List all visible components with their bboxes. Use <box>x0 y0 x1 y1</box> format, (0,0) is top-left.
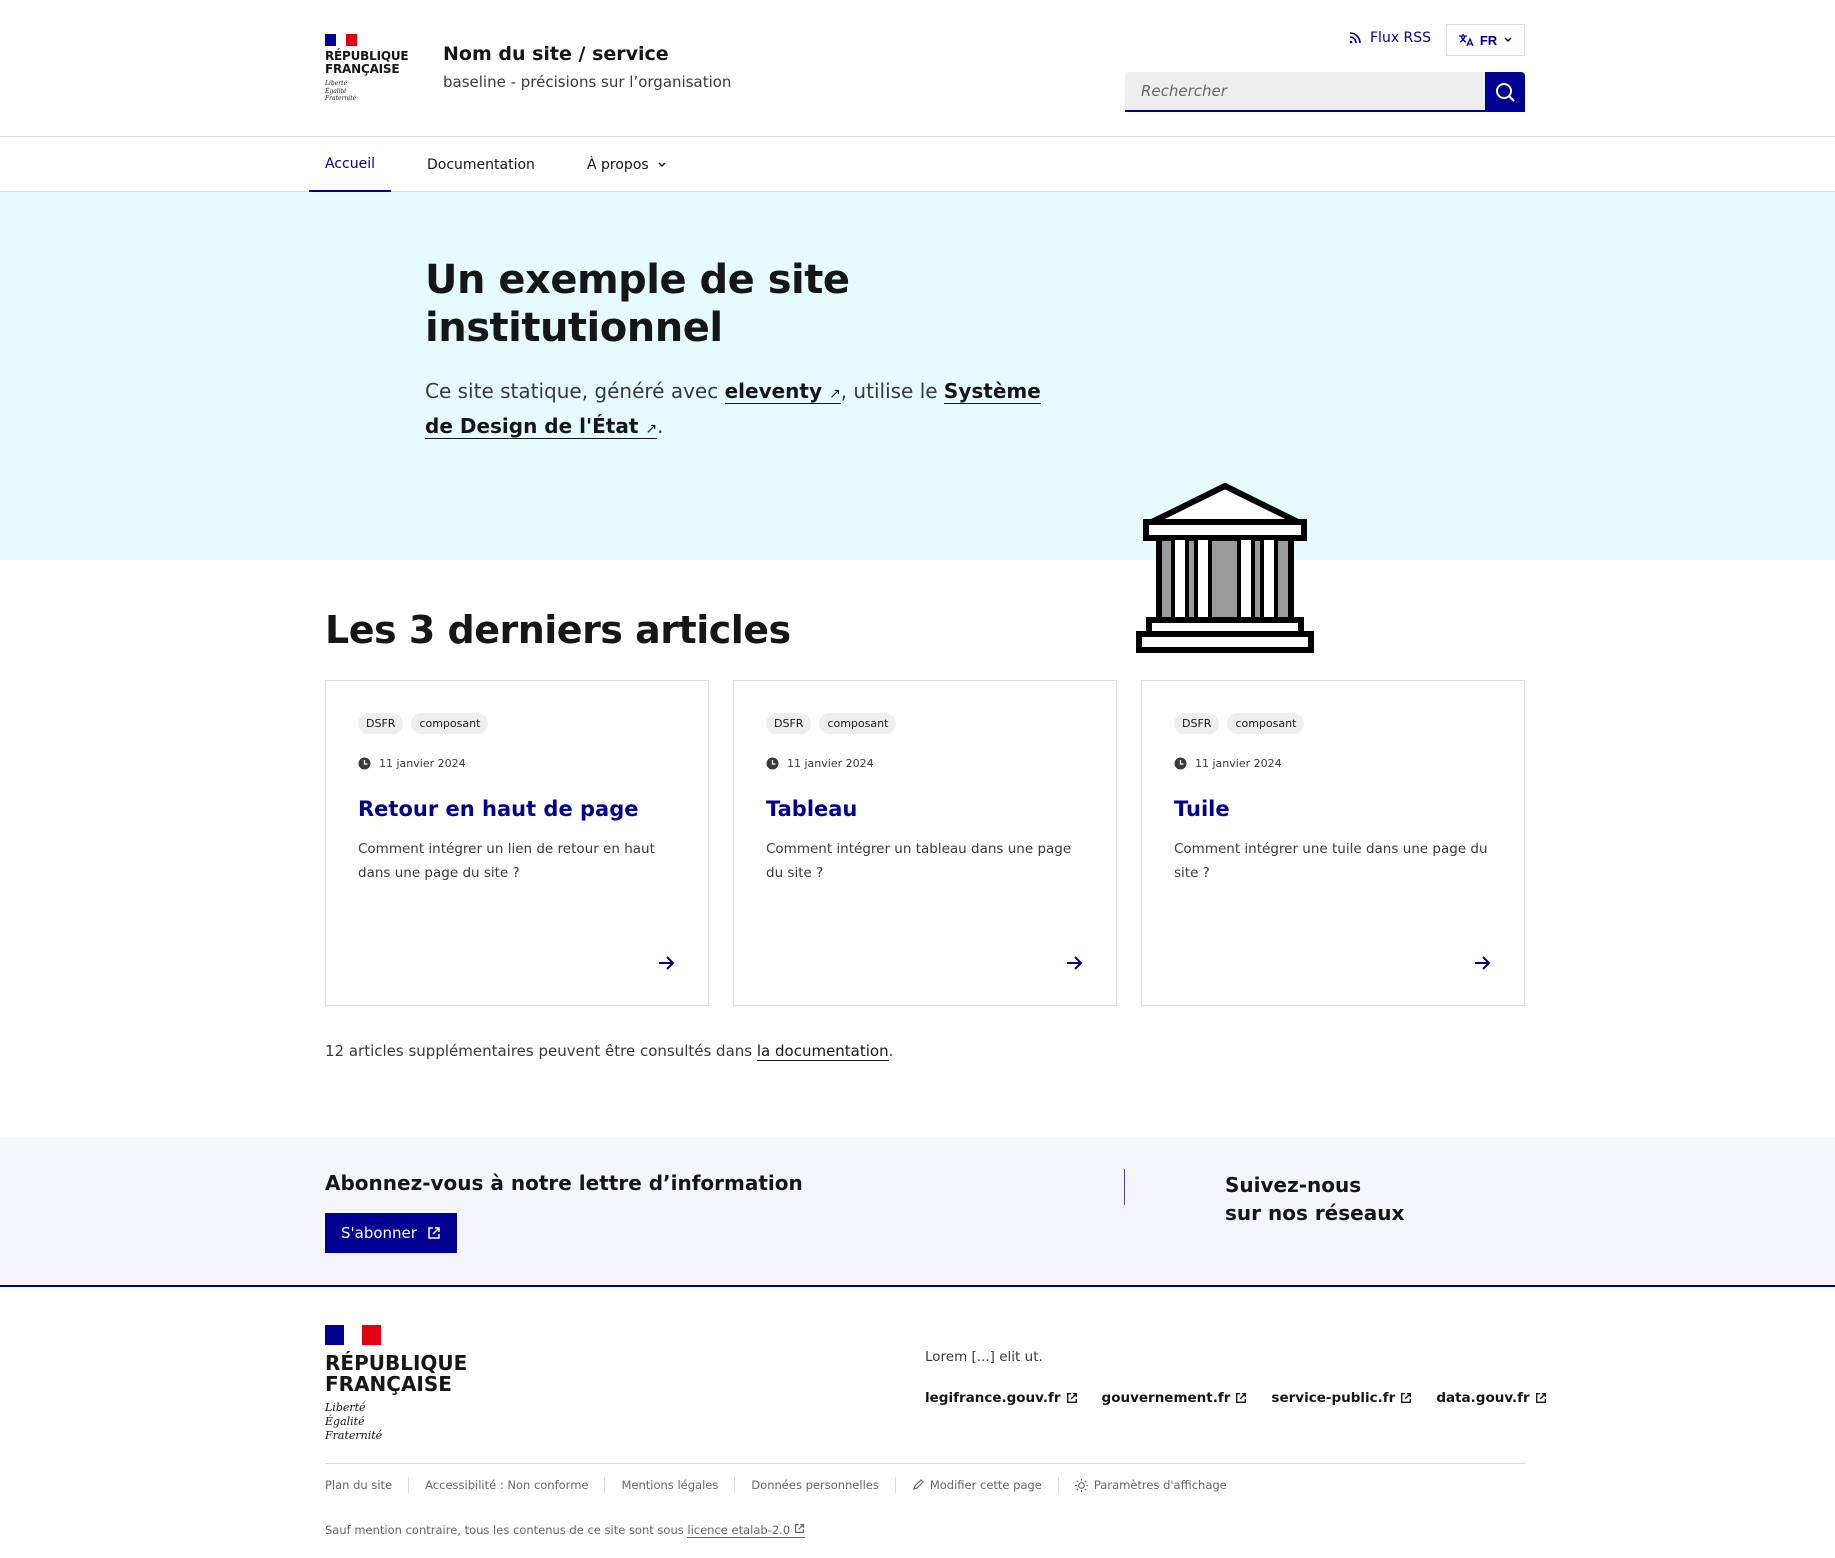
footer-separator <box>325 1463 1525 1464</box>
republique-name: RÉPUBLIQUE FRANÇAISE <box>325 1351 468 1396</box>
language-label: FR <box>1479 32 1498 48</box>
tag[interactable]: composant <box>411 713 489 734</box>
footer-bottom-accessibilite[interactable]: Accessibilité : Non conforme <box>408 1477 604 1493</box>
more-articles-text: 12 articles supplémentaires peuvent être… <box>325 1042 894 1061</box>
card-tags: DSFR composant <box>766 713 897 734</box>
external-link-icon <box>428 1227 440 1239</box>
tag[interactable]: DSFR <box>766 713 812 734</box>
article-card[interactable]: DSFR composant 11 janvier 2024 Tableau C… <box>733 680 1117 1006</box>
rss-link[interactable]: Flux RSS <box>1348 30 1431 46</box>
language-selector[interactable]: FR <box>1446 24 1525 56</box>
sun-icon <box>1074 1478 1088 1492</box>
footer-bottom-modifier-page[interactable]: Modifier cette page <box>894 1477 1058 1493</box>
footer-bottom-plan-du-site[interactable]: Plan du site <box>325 1477 408 1493</box>
footer-links: legifrance.gouv.fr gouvernement.fr servi… <box>925 1390 1547 1406</box>
search-button[interactable] <box>1485 72 1525 112</box>
hero-text: Ce site statique, généré avec eleventy ↗… <box>425 379 1041 439</box>
footer-bottom-donnees-personnelles[interactable]: Données personnelles <box>734 1477 895 1493</box>
card-title[interactable]: Tuile <box>1174 797 1230 821</box>
card-tags: DSFR composant <box>358 713 489 734</box>
chevron-down-icon <box>1504 37 1512 43</box>
clock-icon <box>358 757 371 770</box>
pencil-icon <box>912 1479 924 1490</box>
arrow-right-icon[interactable] <box>1472 953 1492 973</box>
card-description: Comment intégrer une tuile dans une page… <box>1174 841 1488 881</box>
tag[interactable]: DSFR <box>1174 713 1220 734</box>
translate-icon <box>1458 34 1474 47</box>
card-tags: DSFR composant <box>1174 713 1305 734</box>
search-input[interactable] <box>1125 72 1485 112</box>
articles-section-title: Les 3 derniers articles <box>325 608 791 652</box>
license-link[interactable]: licence etalab-2.0 <box>687 1523 805 1538</box>
hero-title: Un exemple de site institutionnel <box>425 257 850 351</box>
footer-description: Lorem [...] elit ut. <box>925 1349 1043 1365</box>
footer-link-legifrance[interactable]: legifrance.gouv.fr <box>925 1390 1078 1406</box>
footer-link-service-public[interactable]: service-public.fr <box>1271 1390 1412 1406</box>
main-navigation: Accueil Documentation À propos <box>0 137 1835 192</box>
site-header: RÉPUBLIQUE FRANÇAISE Liberté Égalité Fra… <box>0 0 1835 137</box>
chevron-down-icon <box>658 161 666 167</box>
card-title[interactable]: Tableau <box>766 797 857 821</box>
follow-section: Abonnez-vous à notre lettre d’informatio… <box>0 1137 1835 1287</box>
site-footer: RÉPUBLIQUE FRANÇAISE Liberté Égalité Fra… <box>0 1287 1835 1558</box>
newsletter-title: Abonnez-vous à notre lettre d’informatio… <box>325 1171 803 1195</box>
external-link-icon <box>1066 1393 1077 1403</box>
external-link-icon <box>1535 1393 1546 1403</box>
card-date: 11 janvier 2024 <box>1174 757 1282 770</box>
card-date: 11 janvier 2024 <box>766 757 874 770</box>
nav-item-a-propos[interactable]: À propos <box>571 137 683 192</box>
arrow-right-icon[interactable] <box>656 953 676 973</box>
eleventy-link[interactable]: eleventy ↗ <box>724 379 841 404</box>
article-card[interactable]: DSFR composant 11 janvier 2024 Retour en… <box>325 680 709 1006</box>
external-link-icon <box>1236 1393 1247 1403</box>
republique-name: RÉPUBLIQUE FRANÇAISE <box>325 49 409 76</box>
nav-item-accueil[interactable]: Accueil <box>309 137 391 192</box>
hero-section: Un exemple de site institutionnel Ce sit… <box>0 192 1835 560</box>
devise: Liberté Égalité Fraternité <box>325 80 357 102</box>
external-link-icon: ↗ <box>645 421 658 437</box>
footer-license: Sauf mention contraire, tous les contenu… <box>325 1523 805 1538</box>
footer-link-gouvernement[interactable]: gouvernement.fr <box>1102 1390 1248 1406</box>
tag[interactable]: composant <box>1227 713 1305 734</box>
vertical-divider <box>1124 1169 1125 1205</box>
social-title: Suivez-nous sur nos réseaux <box>1225 1173 1405 1225</box>
subscribe-button[interactable]: S'abonner <box>325 1213 457 1253</box>
rss-icon <box>1349 32 1361 44</box>
site-baseline: baseline - précisions sur l’organisation <box>443 73 732 91</box>
republique-francaise-logo[interactable]: RÉPUBLIQUE FRANÇAISE Liberté Égalité Fra… <box>325 34 415 103</box>
search-icon <box>1496 83 1515 102</box>
clock-icon <box>1174 757 1187 770</box>
card-description: Comment intégrer un lien de retour en ha… <box>358 841 655 881</box>
nav-item-documentation[interactable]: Documentation <box>411 137 551 192</box>
external-link-icon: ↗ <box>828 386 841 402</box>
external-link-icon <box>1401 1393 1412 1403</box>
footer-republique-francaise-logo[interactable]: RÉPUBLIQUE FRANÇAISE Liberté Égalité Fra… <box>325 1325 467 1443</box>
clock-icon <box>766 757 779 770</box>
devise: Liberté Égalité Fraternité <box>325 1401 383 1442</box>
card-description: Comment intégrer un tableau dans une pag… <box>766 841 1072 881</box>
tag[interactable]: composant <box>819 713 897 734</box>
marianne-flag-icon <box>325 1325 382 1345</box>
footer-bottom-links: Plan du site Accessibilité : Non conform… <box>325 1477 1243 1493</box>
arrow-right-icon[interactable] <box>1064 953 1084 973</box>
marianne-flag-icon <box>325 34 358 46</box>
footer-bottom-parametres-affichage[interactable]: Paramètres d'affichage <box>1057 1477 1243 1493</box>
documentation-link[interactable]: la documentation <box>756 1042 889 1061</box>
footer-link-data-gouv[interactable]: data.gouv.fr <box>1436 1390 1546 1406</box>
rss-label: Flux RSS <box>1370 30 1432 46</box>
site-title[interactable]: Nom du site / service <box>443 43 669 65</box>
article-card[interactable]: DSFR composant 11 janvier 2024 Tuile Com… <box>1141 680 1525 1006</box>
card-date: 11 janvier 2024 <box>358 757 466 770</box>
card-title[interactable]: Retour en haut de page <box>358 797 639 821</box>
nav-item-label: À propos <box>587 156 649 173</box>
footer-bottom-mentions-legales[interactable]: Mentions légales <box>604 1477 734 1493</box>
external-link-icon <box>794 1523 804 1534</box>
institution-building-icon <box>1136 483 1314 653</box>
tag[interactable]: DSFR <box>358 713 404 734</box>
search-bar <box>1125 72 1525 112</box>
